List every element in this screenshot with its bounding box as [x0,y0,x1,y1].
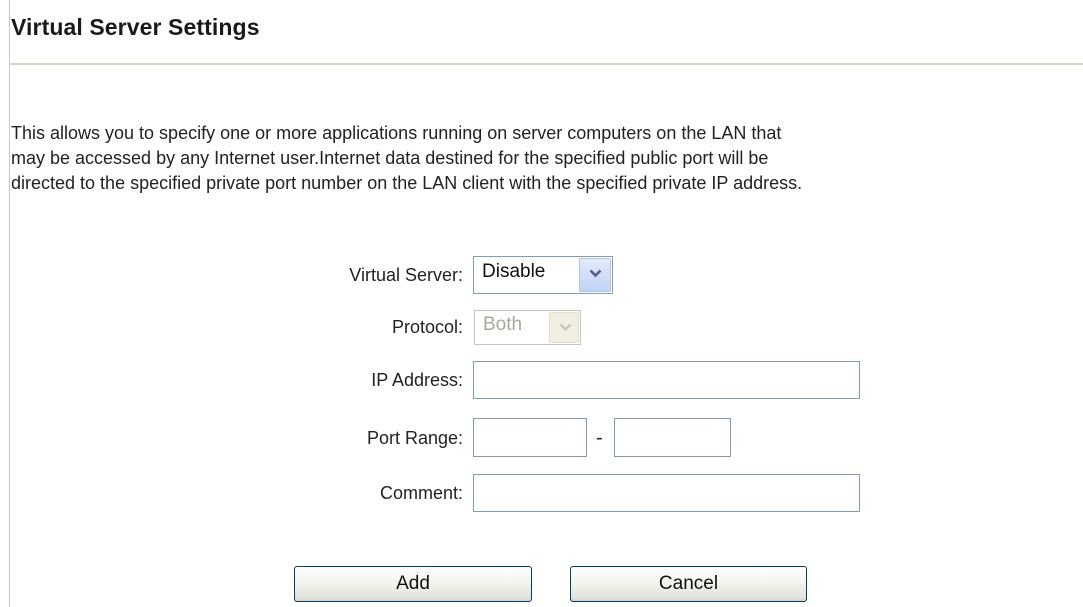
page-description: This allows you to specify one or more a… [11,121,1083,196]
comment-label: Comment: [379,483,463,503]
protocol-select[interactable]: Both [474,310,581,345]
description-line: This allows you to specify one or more a… [11,123,782,143]
port-range-start-input[interactable] [473,418,587,457]
comment-input[interactable] [473,474,860,512]
description-line: directed to the specified private port n… [11,173,803,193]
page-title: Virtual Server Settings [11,14,260,40]
protocol-selected: Both [483,314,523,335]
port-range-label: Port Range: [366,428,463,448]
title-divider [10,63,1083,65]
add-button[interactable]: Add [294,566,532,602]
virtual-server-page: Virtual Server Settings This allows you … [0,0,1083,607]
protocol-label: Protocol: [391,317,463,337]
virtual-server-label: Virtual Server: [349,265,463,285]
ip-address-label: IP Address: [371,370,463,390]
chevron-down-icon[interactable] [549,312,579,343]
description-line: may be accessed by any Internet user.Int… [11,148,769,168]
port-range-end-input[interactable] [614,418,731,457]
frame-left-border [9,0,10,607]
chevron-down-icon[interactable] [579,258,611,292]
ip-address-input[interactable] [473,361,860,399]
port-range-separator: - [596,427,603,449]
virtual-server-select[interactable]: Disable [473,256,613,294]
virtual-server-selected: Disable [482,261,546,282]
cancel-button[interactable]: Cancel [570,566,807,602]
